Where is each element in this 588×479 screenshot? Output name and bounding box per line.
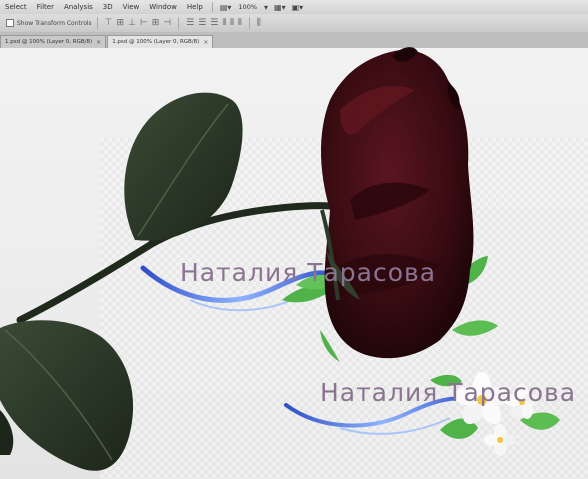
rose-flower [320, 47, 474, 359]
lower-leaf [0, 320, 134, 471]
watermark-text-2: Наталия Тарасова [320, 378, 577, 407]
photo-scene [0, 47, 560, 471]
watermark-text-1: Наталия Тарасова [180, 258, 437, 287]
